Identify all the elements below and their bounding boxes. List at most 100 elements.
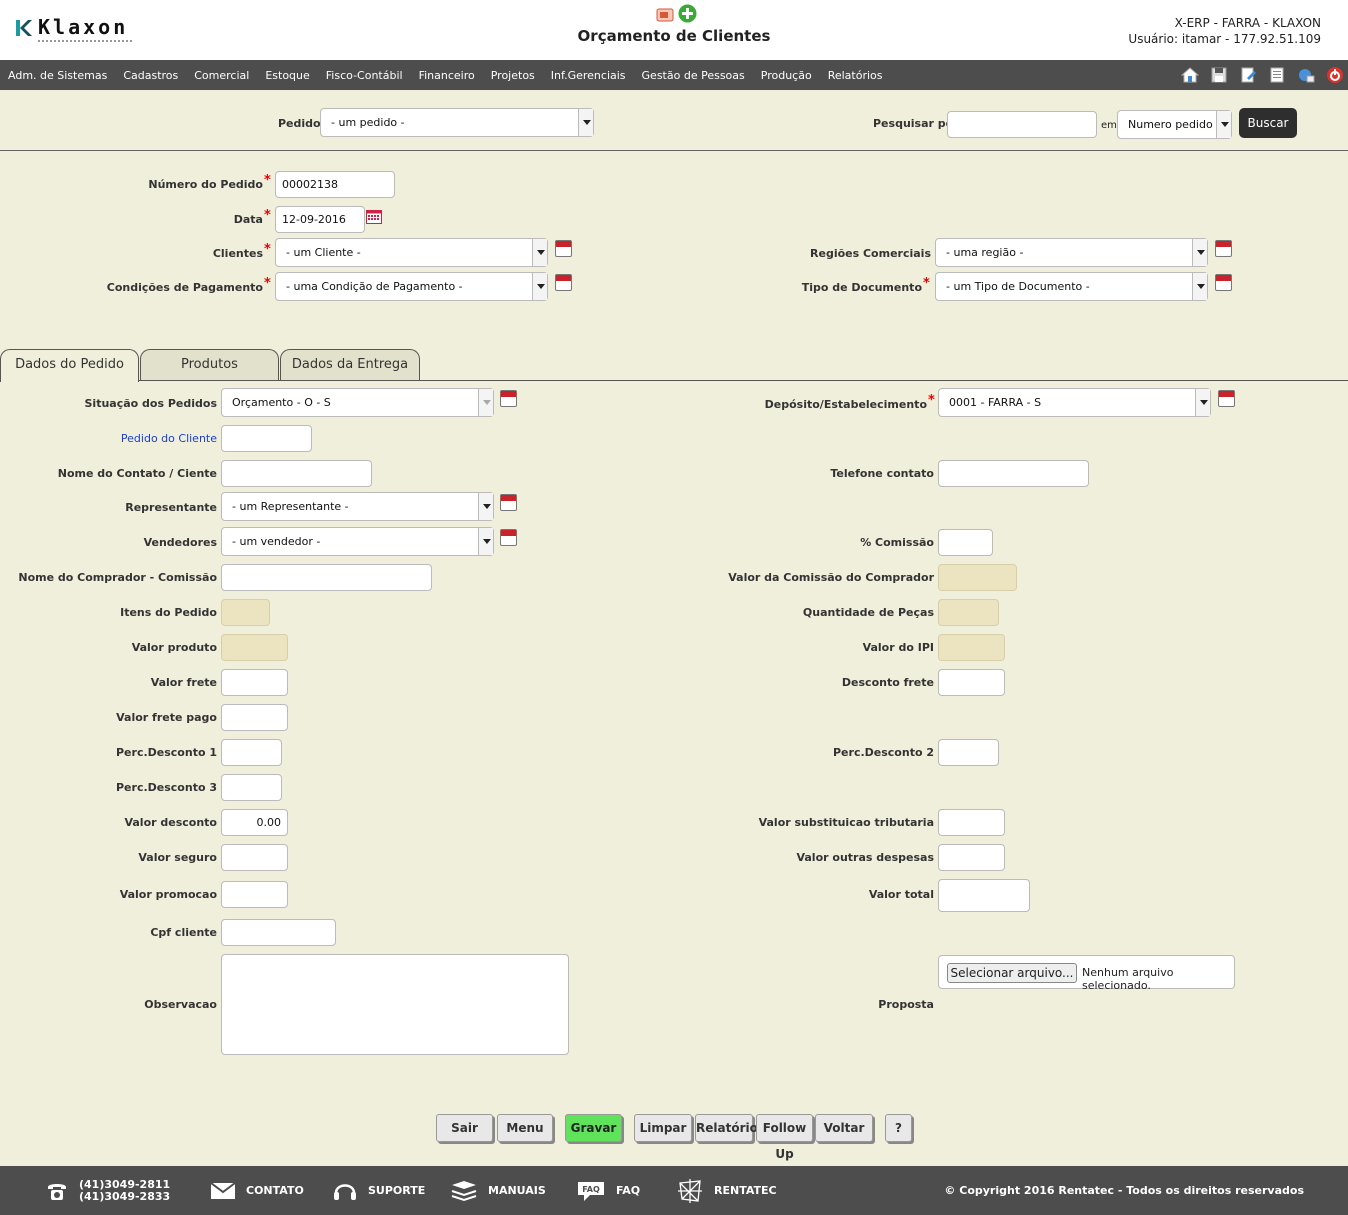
menu-item-inf-gerenciais[interactable]: Inf.Gerenciais — [551, 69, 626, 82]
footer-contato[interactable]: CONTATO — [210, 1166, 304, 1215]
perc-desconto-3-input[interactable] — [221, 774, 282, 801]
tipo-documento-select[interactable]: - um Tipo de Documento - — [935, 272, 1208, 301]
valor-seguro-input[interactable] — [221, 844, 288, 871]
tab-dados-entrega[interactable]: Dados da Entrega — [280, 349, 420, 381]
valor-frete-pago-input[interactable] — [221, 704, 288, 731]
menu-item-projetos[interactable]: Projetos — [491, 69, 535, 82]
footer-faq[interactable]: FAQ FAQ — [576, 1166, 640, 1215]
manuais-link[interactable]: MANUAIS — [488, 1184, 546, 1197]
faq-link[interactable]: FAQ — [616, 1184, 640, 1197]
representante-select[interactable]: - um Representante - — [221, 492, 494, 521]
valor-total-input[interactable] — [938, 879, 1030, 912]
footer-rentatec[interactable]: RENTATEC — [676, 1166, 777, 1215]
situacao-lookup-icon[interactable] — [500, 390, 517, 407]
exit-icon[interactable] — [1326, 66, 1344, 84]
tipo-documento-lookup-icon[interactable] — [1215, 274, 1232, 291]
buscar-button[interactable]: Buscar — [1239, 108, 1297, 138]
representante-lookup-icon[interactable] — [500, 494, 517, 511]
chevron-down-icon[interactable] — [1192, 273, 1207, 300]
clientes-select[interactable]: - um Cliente - — [275, 238, 548, 267]
limpar-button[interactable]: Limpar — [634, 1114, 692, 1142]
chevron-down-icon[interactable] — [1195, 389, 1210, 416]
observacao-textarea[interactable] — [221, 954, 569, 1055]
valor-promocao-input[interactable] — [221, 881, 288, 908]
help-button[interactable]: ? — [885, 1114, 912, 1142]
regioes-comerciais-label: Regiões Comerciais — [810, 247, 931, 260]
comprador-input[interactable] — [221, 564, 432, 591]
cpf-cliente-input[interactable] — [221, 919, 336, 946]
pedido-cliente-link[interactable]: Pedido do Cliente — [121, 432, 217, 445]
telefone-contato-input[interactable] — [938, 460, 1089, 487]
menu-item-producao[interactable]: Produção — [761, 69, 812, 82]
follow-up-button[interactable]: Follow Up — [756, 1114, 813, 1161]
regioes-lookup-icon[interactable] — [1215, 240, 1232, 257]
sair-button[interactable]: Sair — [436, 1114, 493, 1142]
deposito-lookup-icon[interactable] — [1218, 390, 1235, 407]
presentation-icon[interactable] — [656, 7, 674, 23]
pesquisar-input[interactable] — [947, 111, 1097, 138]
condicoes-pagamento-select[interactable]: - uma Condição de Pagamento - — [275, 272, 548, 301]
select-file-button[interactable]: Selecionar arquivo... — [947, 963, 1077, 983]
chevron-down-icon[interactable] — [1192, 239, 1207, 266]
help-icon[interactable] — [1297, 66, 1315, 84]
pedidos-select[interactable]: - um pedido - — [320, 108, 594, 137]
perc-desconto-2-input[interactable] — [938, 739, 999, 766]
tab-produtos[interactable]: Produtos — [140, 349, 279, 381]
deposito-select-value: 0001 - FARRA - S — [949, 396, 1042, 409]
menu-item-estoque[interactable]: Estoque — [265, 69, 309, 82]
required-mark: * — [264, 276, 271, 291]
menu-item-gestao-pessoas[interactable]: Gestão de Pessoas — [642, 69, 745, 82]
nome-contato-input[interactable] — [221, 460, 372, 487]
nome-contato-label: Nome do Contato / Ciente — [57, 467, 217, 480]
clientes-lookup-icon[interactable] — [555, 240, 572, 257]
valor-outras-despesas-input[interactable] — [938, 844, 1005, 871]
menu-item-fisco-contabil[interactable]: Fisco-Contábil — [326, 69, 403, 82]
menu-item-cadastros[interactable]: Cadastros — [123, 69, 178, 82]
menu-button[interactable]: Menu — [497, 1114, 553, 1142]
chevron-down-icon[interactable] — [478, 493, 493, 520]
add-icon[interactable] — [678, 4, 697, 23]
perc-desconto-1-input[interactable] — [221, 739, 282, 766]
voltar-button[interactable]: Voltar — [815, 1114, 873, 1142]
valor-frete-input[interactable] — [221, 669, 288, 696]
comissao-input[interactable] — [938, 529, 993, 556]
suporte-link[interactable]: SUPORTE — [368, 1184, 425, 1197]
relatorio-button[interactable]: Relatório — [695, 1114, 758, 1142]
chevron-down-icon[interactable] — [578, 109, 593, 136]
desconto-frete-input[interactable] — [938, 669, 1005, 696]
chevron-down-icon[interactable] — [1216, 111, 1231, 138]
pedido-cliente-input[interactable] — [221, 425, 312, 452]
vendedores-select[interactable]: - um vendedor - — [221, 527, 494, 556]
edit-icon[interactable] — [1239, 66, 1257, 84]
contato-link[interactable]: CONTATO — [246, 1184, 304, 1197]
vendedores-lookup-icon[interactable] — [500, 529, 517, 546]
proposta-file-input[interactable]: Selecionar arquivo... Nenhum arquivo sel… — [938, 955, 1235, 992]
tab-dados-pedido[interactable]: Dados do Pedido — [0, 349, 139, 382]
search-field-select[interactable]: Numero pedido — [1117, 110, 1232, 139]
calendar-icon[interactable] — [366, 209, 382, 224]
menu-item-comercial[interactable]: Comercial — [194, 69, 249, 82]
deposito-select[interactable]: 0001 - FARRA - S — [938, 388, 1211, 417]
footer-suporte[interactable]: SUPORTE — [332, 1166, 425, 1215]
data-input[interactable]: 12-09-2016 — [275, 206, 365, 233]
rentatec-link[interactable]: RENTATEC — [714, 1184, 777, 1197]
chevron-down-icon[interactable] — [478, 389, 493, 416]
valor-desconto-input[interactable]: 0.00 — [221, 809, 288, 836]
gravar-button[interactable]: Gravar — [565, 1114, 622, 1142]
valor-st-input[interactable] — [938, 809, 1005, 836]
regioes-comerciais-select[interactable]: - uma região - — [935, 238, 1208, 267]
footer-manuais[interactable]: MANUAIS — [450, 1166, 546, 1215]
chevron-down-icon[interactable] — [532, 239, 547, 266]
menu-item-financeiro[interactable]: Financeiro — [419, 69, 475, 82]
numero-pedido-input[interactable]: 00002138 — [275, 171, 395, 198]
menu-item-relatorios[interactable]: Relatórios — [828, 69, 883, 82]
menu-item-adm-sistemas[interactable]: Adm. de Sistemas — [8, 69, 107, 82]
situacao-select[interactable]: Orçamento - O - S — [221, 388, 494, 417]
save-icon[interactable] — [1210, 66, 1228, 84]
document-icon[interactable] — [1268, 66, 1286, 84]
chevron-down-icon[interactable] — [532, 273, 547, 300]
chevron-down-icon[interactable] — [478, 528, 493, 555]
home-icon[interactable] — [1181, 66, 1199, 84]
condicoes-lookup-icon[interactable] — [555, 274, 572, 291]
search-bar: Pedidos - um pedido - Pesquisar por: em … — [0, 90, 1348, 151]
